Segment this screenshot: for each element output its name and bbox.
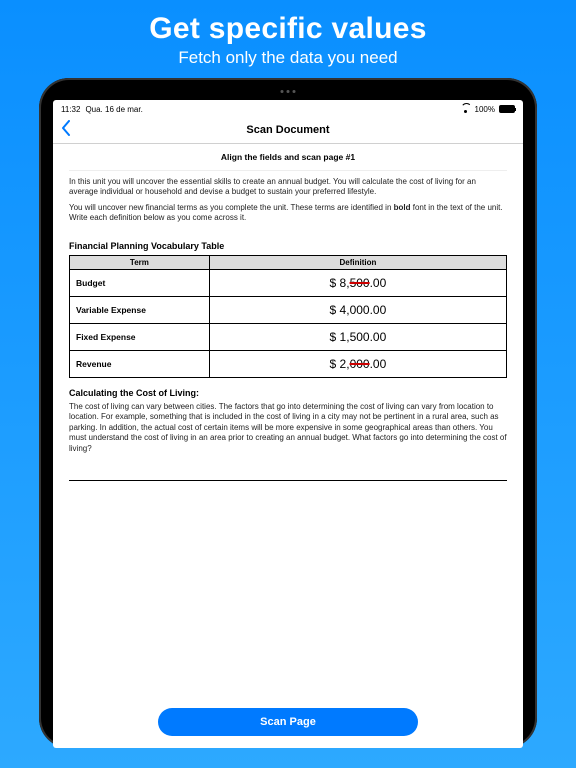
scan-page-button[interactable]: Scan Page [158, 708, 418, 736]
chevron-left-icon [61, 120, 71, 136]
wifi-icon [461, 105, 471, 113]
term-cell: Fixed Expense [70, 324, 210, 351]
value-cell[interactable]: $ 8,500.00 [209, 270, 506, 297]
promo-banner: Get specific values Fetch only the data … [149, 0, 427, 74]
back-button[interactable] [61, 120, 75, 140]
status-bar: 11:32 Qua. 16 de mar. 100% [53, 100, 523, 116]
status-battery-pct: 100% [475, 105, 495, 114]
table-row: Revenue $ 2,000.00 [70, 351, 507, 378]
nav-title: Scan Document [53, 124, 523, 136]
section2-body: The cost of living can vary between citi… [69, 402, 507, 454]
table-row: Fixed Expense $ 1,500.00 [70, 324, 507, 351]
value-cell[interactable]: $ 4,000.00 [209, 297, 506, 324]
intro-paragraph-1: In this unit you will uncover the essent… [69, 177, 507, 197]
term-cell: Variable Expense [70, 297, 210, 324]
promo-title: Get specific values [149, 12, 427, 46]
divider-line [69, 480, 507, 481]
col-term: Term [70, 256, 210, 270]
table-header-row: Term Definition [70, 256, 507, 270]
struck-part: 000 [350, 357, 370, 371]
nav-bar: Scan Document [53, 116, 523, 144]
value-cell[interactable]: $ 2,000.00 [209, 351, 506, 378]
tablet-frame: 11:32 Qua. 16 de mar. 100% Scan Document… [39, 78, 537, 748]
intro-paragraph-2: You will uncover new financial terms as … [69, 203, 507, 223]
intro2-a: You will uncover new financial terms as … [69, 203, 394, 212]
term-cell: Budget [70, 270, 210, 297]
status-time: 11:32 [61, 105, 80, 114]
status-date: Qua. 16 de mar. [85, 105, 142, 114]
tablet-camera-dots [281, 90, 296, 93]
section2-title: Calculating the Cost of Living: [69, 388, 507, 398]
col-definition: Definition [209, 256, 506, 270]
vocab-table: Term Definition Budget $ 8,500.00 Variab… [69, 255, 507, 378]
screen: 11:32 Qua. 16 de mar. 100% Scan Document… [53, 100, 523, 748]
term-cell: Revenue [70, 351, 210, 378]
battery-icon [499, 105, 515, 113]
document-content: Align the fields and scan page #1 In thi… [53, 144, 523, 748]
align-instruction: Align the fields and scan page #1 [69, 150, 507, 171]
vocab-table-title: Financial Planning Vocabulary Table [69, 241, 507, 251]
struck-part: 500 [350, 276, 370, 290]
table-row: Variable Expense $ 4,000.00 [70, 297, 507, 324]
intro2-bold: bold [394, 203, 411, 212]
value-cell[interactable]: $ 1,500.00 [209, 324, 506, 351]
promo-subtitle: Fetch only the data you need [149, 48, 427, 68]
table-row: Budget $ 8,500.00 [70, 270, 507, 297]
